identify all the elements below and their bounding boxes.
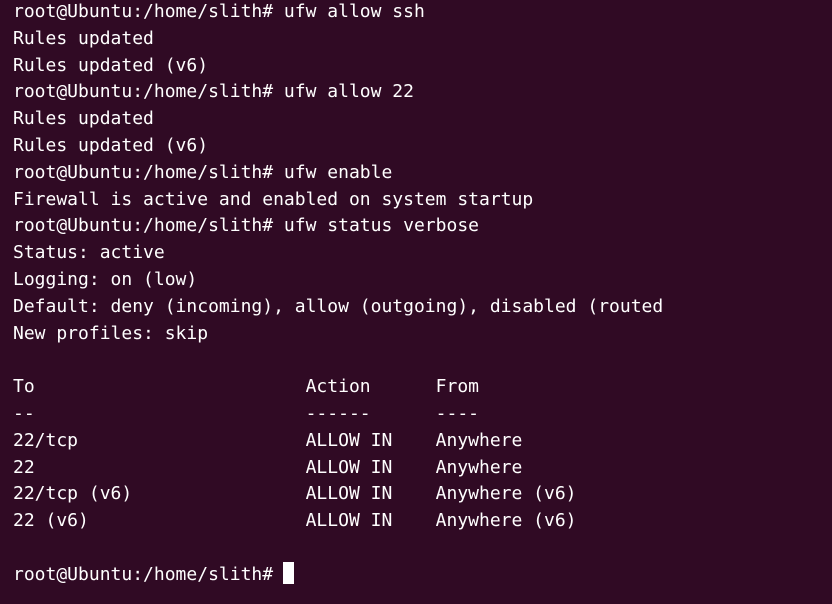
terminal-line: Firewall is active and enabled on system… xyxy=(13,188,534,210)
terminal-line: root@Ubuntu:/home/slith# ufw allow ssh xyxy=(13,1,425,22)
cursor-block[interactable] xyxy=(283,561,295,584)
terminal-line: Default: deny (incoming), allow (outgoin… xyxy=(13,295,664,317)
prompt-text: root@Ubuntu:/home/slith# xyxy=(13,563,274,585)
table-separator: -- ------ ---- xyxy=(13,402,479,424)
table-row: 22/tcp (v6) ALLOW IN Anywhere (v6) xyxy=(13,483,577,505)
terminal-line: Rules updated xyxy=(13,27,154,49)
terminal-line: Rules updated (v6) xyxy=(13,54,209,76)
terminal-line: root@Ubuntu:/home/slith# ufw enable xyxy=(13,161,393,183)
table-header: To Action From xyxy=(13,376,479,398)
terminal-line: Rules updated (v6) xyxy=(13,134,209,156)
terminal-line: Status: active xyxy=(13,242,165,264)
terminal-line: New profiles: skip xyxy=(13,322,209,344)
terminal-window[interactable]: root@Ubuntu:/home/slith# ufw allow ssh R… xyxy=(0,0,832,604)
table-row: 22 ALLOW IN Anywhere xyxy=(13,456,523,478)
terminal-line: root@Ubuntu:/home/slith# ufw allow 22 xyxy=(13,81,414,103)
table-row: 22 (v6) ALLOW IN Anywhere (v6) xyxy=(13,510,577,532)
terminal-line: Rules updated xyxy=(13,108,154,130)
command-prompt-line[interactable]: root@Ubuntu:/home/slith# xyxy=(13,561,832,589)
terminal-line: Logging: on (low) xyxy=(13,268,198,290)
table-row: 22/tcp ALLOW IN Anywhere xyxy=(13,429,523,451)
terminal-line: root@Ubuntu:/home/slith# ufw status verb… xyxy=(13,215,479,237)
